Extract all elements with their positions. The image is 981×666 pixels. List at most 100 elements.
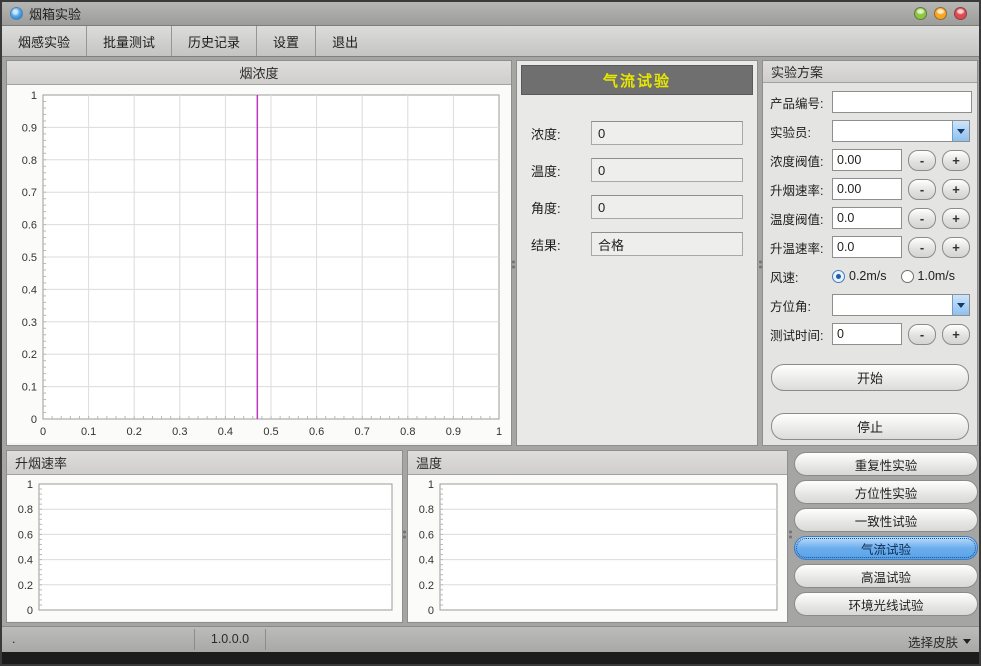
smoke-concentration-chart-title: 烟浓度	[7, 61, 511, 85]
svg-text:0.3: 0.3	[172, 426, 187, 438]
splitter-handle[interactable]	[788, 530, 793, 539]
result-row: 结果: 合格	[531, 232, 743, 256]
svg-text:0: 0	[428, 605, 434, 617]
splitter-handle[interactable]	[758, 260, 763, 269]
wind-speed-option-label: 0.2m/s	[849, 269, 887, 283]
airflow-test-title-text: 气流试验	[603, 70, 671, 91]
splitter-handle[interactable]	[511, 260, 516, 269]
azimuth-combobox[interactable]	[832, 294, 970, 316]
chart-title-text: 升烟速率	[15, 453, 67, 472]
azimuth-combobox-value	[833, 295, 952, 315]
temperature-threshold-label: 温度阀值:	[770, 209, 832, 228]
caret-down-icon	[963, 639, 971, 644]
app-window: 烟箱实验 烟感实验 批量测试 历史记录 设置 退出 烟浓度 00.10.20.3…	[0, 0, 981, 666]
chart-title-text: 烟浓度	[239, 63, 278, 82]
test-button-high-temperature[interactable]: 高温试验	[794, 564, 978, 588]
skin-selector[interactable]: 选择皮肤	[908, 632, 971, 651]
stop-button[interactable]: 停止	[771, 413, 969, 440]
result-label: 结果:	[531, 235, 591, 254]
smoke-concentration-panel: 烟浓度 00.10.20.30.40.50.60.70.80.9100.10.2…	[6, 60, 512, 446]
menu-item-exit[interactable]: 退出	[316, 26, 374, 56]
minimize-button[interactable]	[914, 7, 927, 20]
smoke-rise-rate-chart-title: 升烟速率	[7, 451, 402, 475]
temperature-chart: 0 0.2 0.4 0.6 0.8 1	[408, 475, 787, 621]
start-button[interactable]: 开始	[771, 364, 969, 391]
menu-item-settings[interactable]: 设置	[257, 26, 315, 56]
result-value: 合格	[591, 232, 743, 256]
svg-text:0.2: 0.2	[419, 580, 434, 592]
svg-text:1: 1	[428, 479, 434, 491]
svg-text:0.6: 0.6	[22, 220, 37, 232]
svg-text:1: 1	[496, 426, 502, 438]
svg-text:0.2: 0.2	[127, 426, 142, 438]
temperature-value: 0	[591, 158, 743, 182]
status-text: .	[12, 632, 15, 646]
chevron-down-icon[interactable]	[952, 121, 969, 141]
test-button-repeatability[interactable]: 重复性实验	[794, 452, 978, 476]
window-bottom-frame	[2, 652, 979, 664]
titlebar: 烟箱实验	[2, 2, 979, 26]
svg-text:0.7: 0.7	[355, 426, 370, 438]
radio-icon	[901, 270, 914, 283]
smoke-rise-rate-input[interactable]	[832, 178, 902, 200]
svg-text:0.5: 0.5	[22, 252, 37, 264]
svg-text:0.9: 0.9	[446, 426, 461, 438]
wind-speed-label: 风速:	[770, 267, 832, 286]
test-time-input[interactable]	[832, 323, 902, 345]
temperature-rise-rate-input[interactable]	[832, 236, 902, 258]
concentration-threshold-input[interactable]	[832, 149, 902, 171]
concentration-threshold-plus-button[interactable]: +	[942, 150, 970, 171]
concentration-threshold-label: 浓度阀值:	[770, 151, 832, 170]
angle-value: 0	[591, 195, 743, 219]
airflow-test-title: 气流试验	[521, 65, 753, 95]
test-time-plus-button[interactable]: +	[942, 324, 970, 345]
product-number-label: 产品编号:	[770, 93, 832, 112]
wind-speed-option-label: 1.0m/s	[918, 269, 956, 283]
temperature-threshold-plus-button[interactable]: +	[942, 208, 970, 229]
skin-selector-label: 选择皮肤	[908, 632, 958, 651]
svg-text:0.6: 0.6	[419, 529, 434, 541]
test-time-minus-button[interactable]: -	[908, 324, 936, 345]
tester-label: 实验员:	[770, 122, 832, 141]
temperature-row: 温度: 0	[531, 158, 743, 182]
status-separator	[265, 629, 266, 650]
close-button[interactable]	[954, 7, 967, 20]
menu-item-smoke-sense[interactable]: 烟感实验	[2, 26, 86, 56]
concentration-threshold-minus-button[interactable]: -	[908, 150, 936, 171]
menu-item-batch-test[interactable]: 批量测试	[87, 26, 171, 56]
svg-text:0.3: 0.3	[22, 317, 37, 329]
splitter-handle[interactable]	[402, 530, 407, 539]
svg-text:0.1: 0.1	[22, 382, 37, 394]
menu-item-history[interactable]: 历史记录	[172, 26, 256, 56]
svg-text:0.6: 0.6	[309, 426, 324, 438]
product-number-input[interactable]	[832, 91, 972, 113]
temperature-threshold-row: 温度阀值: - +	[770, 207, 970, 229]
svg-text:0.4: 0.4	[419, 555, 434, 567]
test-button-directionality[interactable]: 方位性实验	[794, 480, 978, 504]
chevron-down-icon[interactable]	[952, 295, 969, 315]
svg-text:1: 1	[31, 90, 37, 102]
wind-speed-radio-10[interactable]: 1.0m/s	[901, 269, 956, 283]
window-title: 烟箱实验	[29, 4, 81, 23]
test-button-ambient-light[interactable]: 环境光线试验	[794, 592, 978, 616]
status-separator	[194, 629, 195, 650]
wind-speed-radio-02[interactable]: 0.2m/s	[832, 269, 887, 283]
azimuth-row: 方位角:	[770, 294, 970, 316]
smoke-rise-rate-plus-button[interactable]: +	[942, 179, 970, 200]
test-button-consistency[interactable]: 一致性试验	[794, 508, 978, 532]
test-button-airflow[interactable]: 气流试验	[794, 536, 978, 560]
temperature-threshold-minus-button[interactable]: -	[908, 208, 936, 229]
maximize-button[interactable]	[934, 7, 947, 20]
svg-text:0.8: 0.8	[419, 504, 434, 516]
svg-text:0.7: 0.7	[22, 187, 37, 199]
temperature-threshold-input[interactable]	[832, 207, 902, 229]
temperature-rise-rate-plus-button[interactable]: +	[942, 237, 970, 258]
tester-combobox[interactable]	[832, 120, 970, 142]
svg-text:0.4: 0.4	[218, 426, 233, 438]
smoke-rise-rate-minus-button[interactable]: -	[908, 179, 936, 200]
svg-text:0.4: 0.4	[22, 284, 37, 296]
svg-text:0.8: 0.8	[18, 504, 33, 516]
experiment-plan-panel: 实验方案 产品编号: 实验员: 浓度阀值: - + 升烟速率:	[762, 60, 978, 446]
temperature-panel: 温度 00.20.40.60.81	[407, 450, 788, 623]
temperature-rise-rate-minus-button[interactable]: -	[908, 237, 936, 258]
